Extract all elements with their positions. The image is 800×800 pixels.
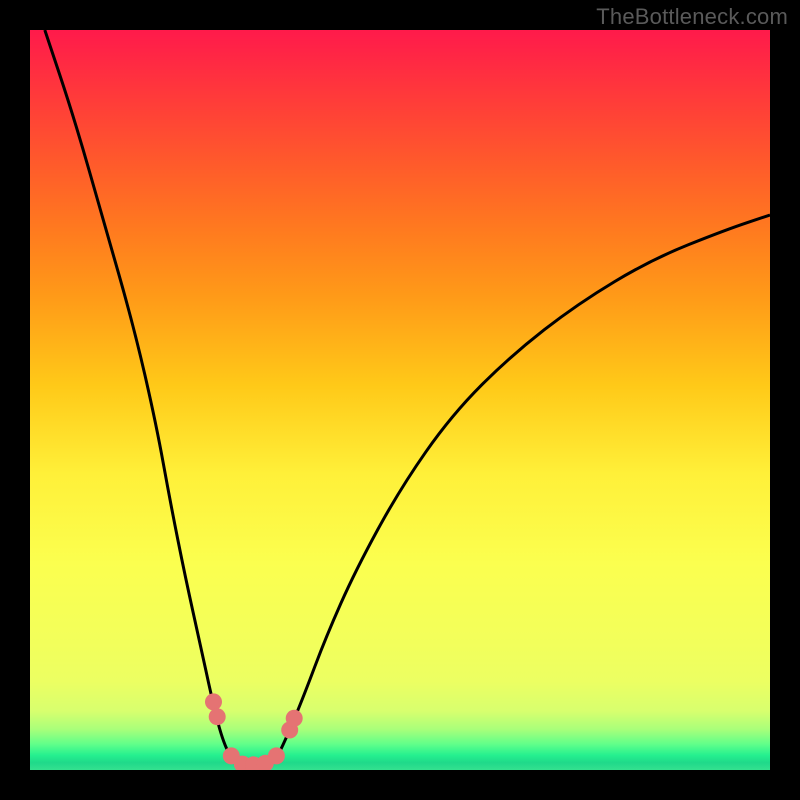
curve-marker bbox=[286, 710, 303, 727]
plot-area bbox=[30, 30, 770, 770]
frame: TheBottleneck.com bbox=[0, 0, 800, 800]
curve-marker bbox=[268, 747, 285, 764]
curve-line bbox=[45, 30, 770, 770]
bottleneck-curve bbox=[30, 30, 770, 770]
curve-marker bbox=[209, 708, 226, 725]
watermark-text: TheBottleneck.com bbox=[596, 4, 788, 30]
curve-marker bbox=[205, 693, 222, 710]
